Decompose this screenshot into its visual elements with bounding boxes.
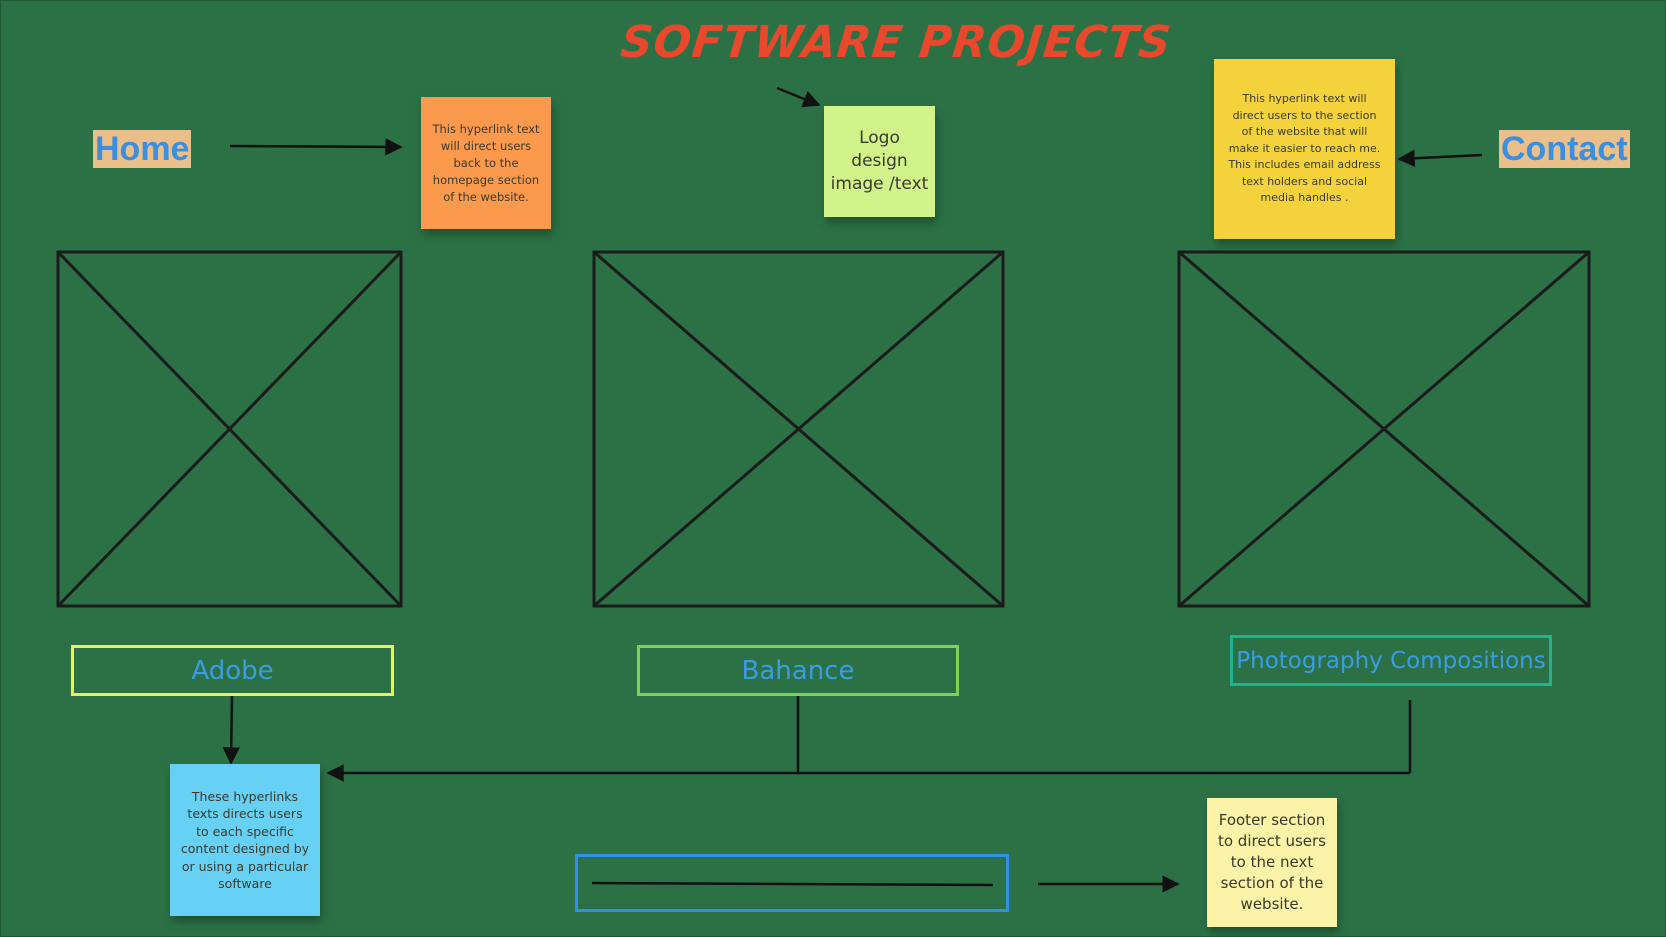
- adobe-link[interactable]: Adobe: [71, 645, 394, 696]
- arrow-contact-to-note: [1397, 149, 1483, 167]
- board-title: SOFTWARE PROJECTS: [618, 17, 1175, 68]
- sticky-note-logo[interactable]: Logo design image /text: [824, 106, 935, 217]
- whiteboard-canvas: SOFTWARE PROJECTS Home Contact This hype…: [0, 0, 1666, 937]
- sticky-note-home-text: This hyperlink text will direct users ba…: [432, 121, 540, 204]
- photography-compositions-link[interactable]: Photography Compositions: [1230, 635, 1552, 686]
- footer-placeholder: [575, 854, 1009, 912]
- image-placeholder-photography: [1177, 250, 1591, 608]
- bahance-link[interactable]: Bahance: [637, 645, 959, 696]
- sticky-note-home[interactable]: This hyperlink text will direct users ba…: [421, 97, 551, 229]
- sticky-note-software-links[interactable]: These hyperlinks texts directs users to …: [170, 764, 320, 916]
- sticky-note-logo-text: Logo design image /text: [830, 128, 929, 194]
- arrow-title-to-logo: [776, 86, 821, 108]
- sticky-note-footer[interactable]: Footer section to direct users to the ne…: [1207, 798, 1337, 927]
- image-placeholder-adobe: [56, 250, 403, 608]
- image-placeholder-bahance: [592, 250, 1005, 608]
- contact-link[interactable]: Contact: [1499, 130, 1630, 168]
- sticky-note-contact-text: This hyperlink text will direct users to…: [1228, 92, 1381, 205]
- sticky-note-contact[interactable]: This hyperlink text will direct users to…: [1214, 59, 1395, 239]
- home-link[interactable]: Home: [93, 130, 192, 168]
- arrow-home-to-note: [229, 138, 403, 156]
- sticky-note-software-links-text: These hyperlinks texts directs users to …: [180, 788, 310, 892]
- sticky-note-footer-text: Footer section to direct users to the ne…: [1217, 811, 1326, 913]
- arrow-adobe-to-note: [222, 695, 240, 765]
